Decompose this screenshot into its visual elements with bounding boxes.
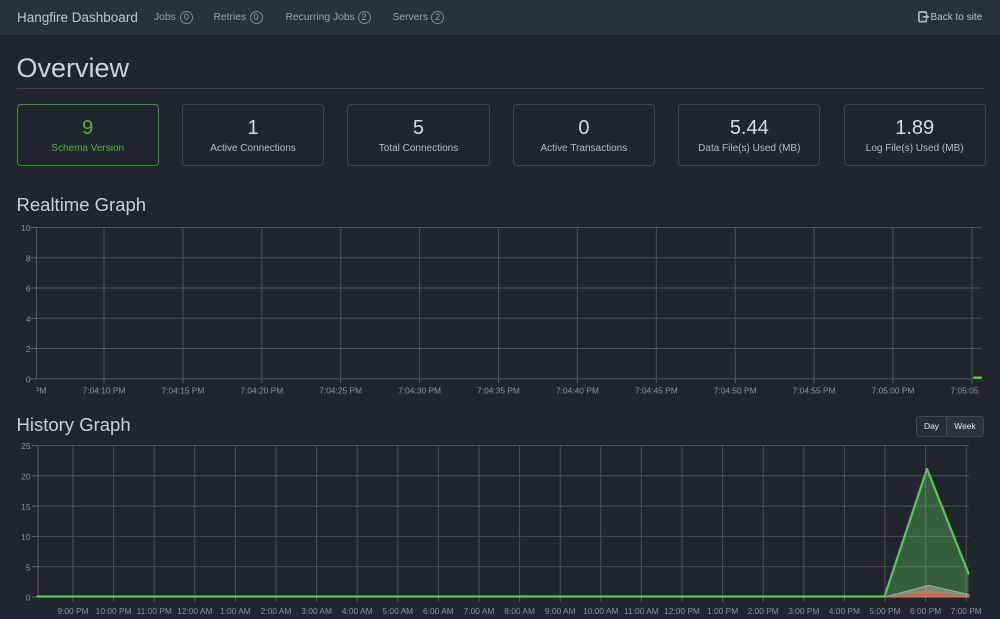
svg-text:7:05:05 PM: 7:05:05 PM bbox=[950, 386, 993, 396]
svg-text:7:04:25 PM: 7:04:25 PM bbox=[319, 386, 362, 396]
svg-text:4:00 AM: 4:00 AM bbox=[342, 606, 373, 616]
svg-text:0: 0 bbox=[26, 375, 31, 385]
svg-text:7:05:00 PM: 7:05:00 PM bbox=[872, 386, 915, 396]
svg-text:10:00 AM: 10:00 AM bbox=[583, 606, 618, 616]
svg-text:10:00 PM: 10:00 PM bbox=[96, 606, 132, 616]
svg-text:6: 6 bbox=[26, 284, 31, 294]
svg-text:7:04:15 PM: 7:04:15 PM bbox=[161, 386, 204, 396]
svg-text:9:00 AM: 9:00 AM bbox=[545, 606, 576, 616]
svg-text:2:00 AM: 2:00 AM bbox=[261, 606, 292, 616]
svg-text:4:00 PM: 4:00 PM bbox=[829, 606, 860, 616]
svg-text:3:00 PM: 3:00 PM bbox=[788, 606, 819, 616]
svg-text:20: 20 bbox=[21, 472, 31, 482]
svg-text:6:00 PM: 6:00 PM bbox=[910, 606, 941, 616]
svg-text:7:04:35 PM: 7:04:35 PM bbox=[477, 386, 520, 396]
svg-text:2: 2 bbox=[26, 344, 31, 354]
svg-text:7:04:50 PM: 7:04:50 PM bbox=[714, 386, 757, 396]
svg-text:8:00 AM: 8:00 AM bbox=[504, 606, 535, 616]
svg-text:2:00 PM: 2:00 PM bbox=[748, 606, 779, 616]
svg-text:6:00 AM: 6:00 AM bbox=[423, 606, 454, 616]
svg-text:3:00 AM: 3:00 AM bbox=[301, 606, 332, 616]
svg-text:0: 0 bbox=[26, 593, 31, 603]
svg-text:7:04:55 PM: 7:04:55 PM bbox=[793, 386, 836, 396]
svg-text:7:04:10 PM: 7:04:10 PM bbox=[83, 386, 126, 396]
svg-text:12:00 AM: 12:00 AM bbox=[177, 606, 212, 616]
svg-text:11:00 PM: 11:00 PM bbox=[137, 606, 172, 616]
svg-text:12:00 PM: 12:00 PM bbox=[664, 606, 700, 616]
svg-text:11:00 AM: 11:00 AM bbox=[624, 606, 659, 616]
svg-text:15: 15 bbox=[21, 502, 31, 512]
svg-text:7:04:40 PM: 7:04:40 PM bbox=[556, 386, 599, 396]
svg-text:10: 10 bbox=[21, 223, 31, 233]
svg-text:8: 8 bbox=[26, 254, 31, 264]
svg-text:5: 5 bbox=[26, 562, 31, 572]
svg-text:7:00 AM: 7:00 AM bbox=[464, 606, 495, 616]
svg-text:7:00 PM: 7:00 PM bbox=[951, 606, 982, 616]
svg-text:5:00 PM: 5:00 PM bbox=[869, 606, 900, 616]
svg-text:7:04:45 PM: 7:04:45 PM bbox=[635, 386, 678, 396]
svg-text:7:04:20 PM: 7:04:20 PM bbox=[240, 386, 283, 396]
svg-text:4: 4 bbox=[26, 314, 31, 324]
svg-text:10: 10 bbox=[21, 532, 31, 542]
svg-text:9:00 PM: 9:00 PM bbox=[57, 606, 88, 616]
svg-text:1:00 PM: 1:00 PM bbox=[707, 606, 738, 616]
svg-text:1:00 AM: 1:00 AM bbox=[220, 606, 251, 616]
svg-text:7:04:05 PM: 7:04:05 PM bbox=[4, 386, 47, 396]
svg-text:25: 25 bbox=[21, 441, 31, 451]
svg-text:5:00 AM: 5:00 AM bbox=[382, 606, 413, 616]
svg-text:7:04:30 PM: 7:04:30 PM bbox=[398, 386, 441, 396]
